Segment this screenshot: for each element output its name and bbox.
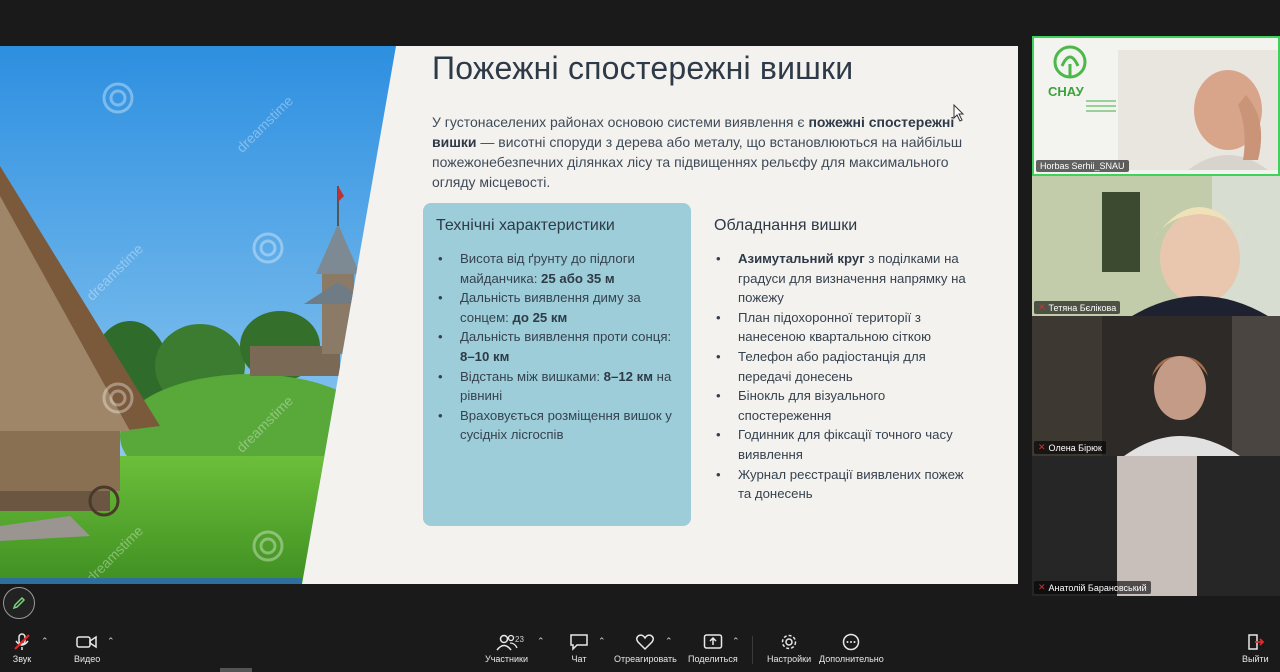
participant-tile[interactable]: ✕ Анатолій Барановський (1032, 456, 1280, 596)
name-text: Тетяна Бєлікова (1048, 302, 1117, 313)
participant-video (1118, 50, 1278, 170)
participant-name: Horbas Serhii_SNAU (1036, 160, 1129, 172)
intro-text: — висотні споруди з дерева або металу, щ… (432, 134, 963, 190)
audio-options-caret[interactable]: ⌃ (41, 636, 49, 647)
name-text: Олена Бірюк (1048, 442, 1102, 453)
settings-button[interactable]: Настройки (767, 630, 811, 664)
item-text: Годинник для фіксації точного часу виявл… (738, 427, 953, 462)
audio-button[interactable]: Звук (12, 630, 32, 664)
list-item: Відстань між вишками: 8–12 км на рівнині (436, 367, 686, 406)
item-bold: 8–12 км (603, 368, 654, 384)
equipment-list: Азимутальний круг з поділками на градуси… (714, 249, 974, 504)
leaf-logo-icon (1053, 45, 1087, 79)
item-text: Журнал реєстрації виявлених пожеж та дон… (738, 466, 964, 502)
item-text: Телефон або радіостанція для передачі до… (738, 348, 926, 384)
more-label: Дополнительно (819, 654, 884, 664)
specs-title: Технічні характеристики (436, 217, 615, 234)
intro-text: У густонаселених районах основою системи… (432, 114, 809, 130)
toolbar-separator (752, 636, 753, 664)
participants-count: 23 (515, 635, 524, 644)
more-button[interactable]: Дополнительно (819, 630, 884, 664)
participant-name: ✕ Анатолій Барановський (1034, 581, 1151, 594)
meeting-toolbar: Звук ⌃ Видео ⌃ Участники 23 ⌃ Чат ⌃ Отре… (0, 628, 1280, 672)
mic-off-icon (14, 633, 30, 650)
video-options-caret[interactable]: ⌃ (107, 636, 115, 647)
pen-icon (12, 596, 26, 610)
leave-button[interactable]: Выйти (1242, 630, 1269, 664)
participant-tile[interactable]: СНАУ Horbas Serhii_SNAU (1032, 36, 1280, 176)
list-item: Висота від ґрунту до підлоги майданчика:… (436, 249, 686, 288)
chat-button[interactable]: Чат (569, 630, 589, 664)
item-text: Бінокль для візуального спостереження (738, 388, 886, 423)
participants-options-caret[interactable]: ⌃ (537, 636, 545, 647)
item-bold: Азимутальний круг (738, 251, 865, 266)
share-label: Поделиться (688, 654, 738, 664)
list-item: Дальність виявлення проти сонця: 8–10 км (436, 327, 686, 366)
camera-icon (76, 635, 97, 649)
video-button[interactable]: Видео (74, 630, 100, 664)
item-bold: до 25 км (512, 309, 568, 325)
list-item: Азимутальний круг з поділками на градуси… (714, 249, 974, 308)
more-dots-icon (843, 633, 860, 651)
logo-text: СНАУ (1048, 84, 1084, 99)
equipment-title: Обладнання вишки (714, 217, 858, 234)
slide-accent-bar (0, 578, 302, 584)
audio-label: Звук (12, 654, 32, 664)
list-item: Журнал реєстрації виявлених пожеж та дон… (714, 465, 974, 504)
participant-video (1032, 316, 1280, 456)
slide-intro: У густонаселених районах основою системи… (432, 112, 972, 192)
mic-muted-icon: ✕ (1038, 302, 1046, 312)
item-text: План підохоронної території з нанесеною … (738, 309, 932, 345)
mouse-cursor-icon (953, 104, 965, 122)
item-bold: 25 або 35 м (541, 270, 615, 286)
react-options-caret[interactable]: ⌃ (665, 636, 673, 647)
list-item: План підохоронної території з нанесеною … (714, 308, 974, 347)
mic-muted-icon: ✕ (1038, 442, 1046, 452)
university-logo: СНАУ (1038, 40, 1118, 120)
list-item: Дальність виявлення диму за сонцем: до 2… (436, 288, 686, 327)
participant-video (1032, 176, 1280, 316)
item-text: Враховується розміщення вишок у сусідніх… (460, 407, 672, 443)
item-bold: 8–10 км (460, 348, 510, 364)
participant-name: ✕ Тетяна Бєлікова (1034, 301, 1121, 314)
react-label: Отреагировать (614, 654, 677, 664)
leave-icon (1248, 634, 1265, 650)
name-text: Анатолій Барановський (1048, 582, 1147, 593)
chat-options-caret[interactable]: ⌃ (598, 636, 606, 647)
list-item: Враховується розміщення вишок у сусідніх… (436, 406, 686, 445)
participant-video (1117, 456, 1197, 596)
participant-tile[interactable]: ✕ Тетяна Бєлікова (1032, 176, 1280, 316)
heart-icon (636, 634, 655, 651)
mic-muted-icon: ✕ (1038, 582, 1046, 592)
slide-title: Пожежні спостережні вишки (432, 50, 854, 86)
chat-label: Чат (571, 654, 587, 664)
logo-subtext-lines (1086, 100, 1116, 112)
share-button[interactable]: Поделиться (688, 630, 738, 664)
item-text: Дальність виявлення проти сонця: (460, 329, 672, 345)
slide-photo: dreamstime dreamstime dreamstime dreamst… (0, 46, 396, 584)
list-item: Телефон або радіостанція для передачі до… (714, 347, 974, 386)
list-item: Годинник для фіксації точного часу виявл… (714, 425, 974, 464)
taskbar-indicator (220, 668, 252, 672)
share-options-caret[interactable]: ⌃ (732, 636, 740, 647)
specs-list: Висота від ґрунту до підлоги майданчика:… (436, 249, 686, 445)
participant-tile[interactable]: ✕ Олена Бірюк (1032, 316, 1280, 456)
participants-label: Участники (485, 654, 528, 664)
list-item: Бінокль для візуального спостереження (714, 386, 974, 425)
gear-icon (781, 634, 797, 650)
annotate-button[interactable] (3, 587, 35, 619)
leave-label: Выйти (1242, 654, 1269, 664)
name-text: Horbas Serhii_SNAU (1040, 161, 1125, 171)
item-text: Відстань між вишками: (460, 368, 604, 384)
share-screen-icon (703, 634, 723, 649)
chat-bubble-icon (570, 634, 588, 651)
participant-name: ✕ Олена Бірюк (1034, 441, 1106, 454)
settings-label: Настройки (767, 654, 812, 664)
video-label: Видео (74, 654, 101, 664)
